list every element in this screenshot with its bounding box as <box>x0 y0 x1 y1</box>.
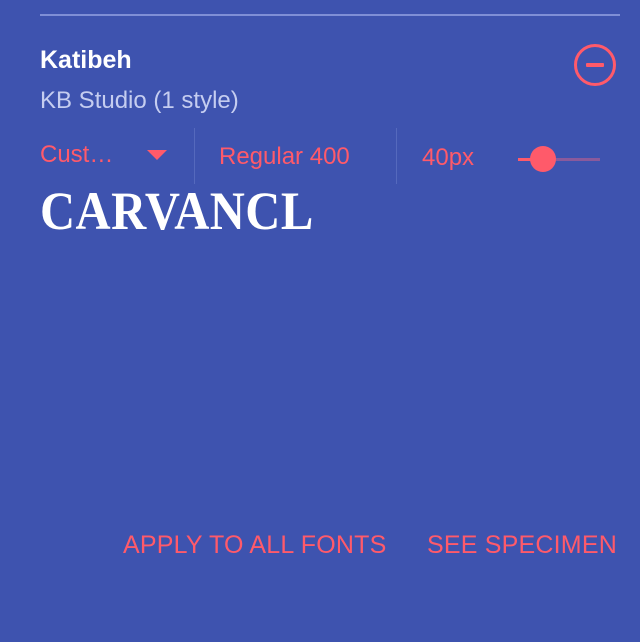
see-specimen-button[interactable]: SEE SPECIMEN <box>427 528 617 562</box>
apply-to-all-fonts-button[interactable]: APPLY TO ALL FONTS <box>123 528 386 562</box>
section-divider <box>40 14 620 16</box>
font-controls: Cust… Regular 400 40px <box>40 128 620 184</box>
minus-circle-icon <box>586 63 604 67</box>
control-divider <box>396 128 397 184</box>
font-size-label: 40px <box>422 144 475 171</box>
remove-font-button[interactable] <box>574 44 616 86</box>
card-actions: APPLY TO ALL FONTS SEE SPECIMEN <box>0 528 640 564</box>
font-weight-value: Regular 400 <box>219 143 350 170</box>
preview-text-dropdown[interactable]: Cust… <box>40 128 190 184</box>
font-family-name: Katibeh <box>40 46 132 74</box>
font-preview-text: CARVANCL <box>40 181 314 241</box>
control-divider <box>194 128 195 184</box>
font-weight-select[interactable]: Regular 400 <box>210 128 390 184</box>
preview-text-dropdown-value: Cust… <box>40 141 114 168</box>
font-size-slider[interactable] <box>518 146 600 172</box>
arrow-drop-down-icon <box>147 150 167 160</box>
slider-thumb[interactable] <box>529 146 556 172</box>
font-size-readout: 40px <box>414 128 494 184</box>
font-family-meta: KB Studio (1 style) <box>40 87 239 114</box>
